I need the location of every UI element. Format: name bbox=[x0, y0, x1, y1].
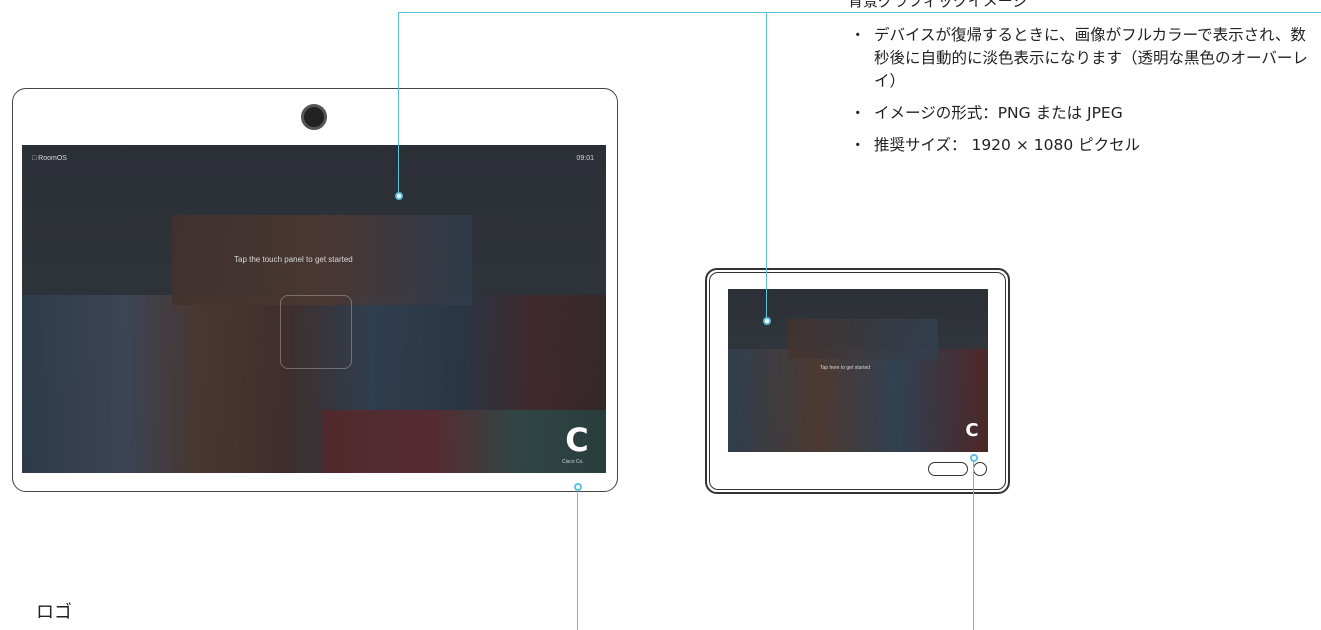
brand-logo-caption: Cisco Co. bbox=[562, 459, 584, 465]
logo-section-title: ロゴ bbox=[36, 602, 72, 623]
bullet-text: 推奨サイズ： 1920 × 1080 ピクセル bbox=[874, 136, 1141, 154]
callout-point-small-screen bbox=[763, 317, 771, 325]
status-left-label: □ RoomOS bbox=[32, 155, 67, 162]
callout-line-small-screen bbox=[766, 12, 768, 319]
callout-line-small-logo bbox=[973, 461, 975, 630]
power-button-icon bbox=[973, 462, 987, 476]
brand-logo-icon: C bbox=[965, 420, 979, 441]
list-item: ・ イメージの形式：PNG または JPEG bbox=[848, 102, 1318, 125]
camera-icon bbox=[301, 104, 327, 130]
list-item: ・ デバイスが復帰するときに、画像がフルカラーで表示され、数秒後に自動的に淡色表… bbox=[848, 24, 1318, 93]
touch-prompt-text: Tap here to get started bbox=[820, 365, 871, 371]
touch-prompt-text: Tap the touch panel to get started bbox=[234, 255, 353, 264]
background-section-title: 背景グラフィックイメージ bbox=[848, 0, 1028, 10]
large-display-screen: □ RoomOS 09:01 Tap the touch panel to ge… bbox=[22, 145, 606, 473]
callout-line-big-logo bbox=[577, 490, 579, 630]
callout-point-big-screen bbox=[395, 192, 403, 200]
background-bullet-list: ・ デバイスが復帰するときに、画像がフルカラーで表示され、数秒後に自動的に淡色表… bbox=[848, 24, 1318, 166]
callout-line-big-screen bbox=[398, 12, 400, 195]
bullet-text: デバイスが復帰するときに、画像がフルカラーで表示され、数秒後に自動的に淡色表示に… bbox=[874, 26, 1308, 90]
touch-panel-hint-icon bbox=[280, 295, 352, 369]
bullet-text: イメージの形式：PNG または JPEG bbox=[874, 104, 1123, 122]
call-control-pill-icon bbox=[928, 462, 968, 476]
bullet-marker: ・ bbox=[850, 104, 866, 122]
callout-line-top bbox=[398, 12, 1321, 14]
brand-logo-icon: C bbox=[565, 421, 589, 459]
list-item: ・ 推奨サイズ： 1920 × 1080 ピクセル bbox=[848, 134, 1318, 157]
status-clock: 09:01 bbox=[576, 155, 594, 162]
bullet-marker: ・ bbox=[850, 26, 866, 44]
bullet-marker: ・ bbox=[850, 136, 866, 154]
